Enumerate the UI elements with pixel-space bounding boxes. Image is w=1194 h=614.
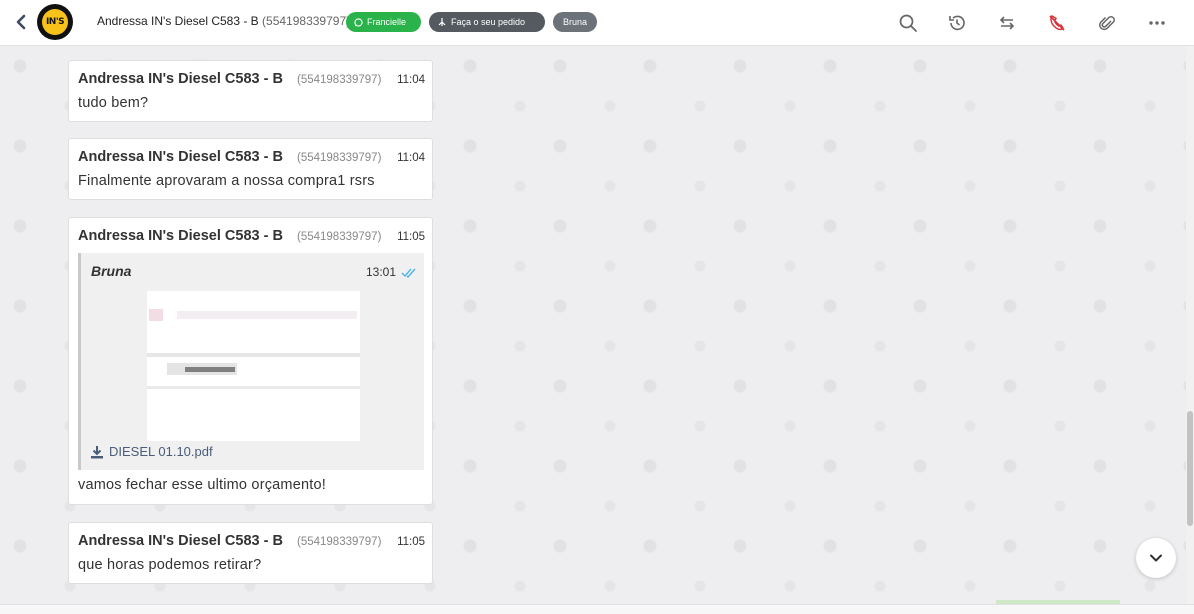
history-icon[interactable] <box>947 13 967 33</box>
scroll-down-button[interactable] <box>1136 538 1176 578</box>
message-bubble[interactable]: Andressa IN's Diesel C583 - B (554198339… <box>68 522 433 584</box>
quote-author: Bruna <box>91 263 132 279</box>
attachment-link[interactable]: DIESEL 01.10.pdf <box>90 444 213 459</box>
document-thumbnail[interactable] <box>147 291 360 441</box>
message-text: Finalmente aprovaram a nossa compra1 rsr… <box>78 173 375 189</box>
message-phone: (554198339797) <box>297 152 382 164</box>
attach-icon[interactable] <box>1097 13 1117 33</box>
message-phone: (554198339797) <box>297 536 382 548</box>
agent-tag-label: Francielle <box>367 17 407 27</box>
message-phone: (554198339797) <box>297 74 382 86</box>
message-phone: (554198339797) <box>297 231 382 243</box>
contact-title: Andressa IN's Diesel C583 - B (554198339… <box>97 14 350 28</box>
download-icon <box>91 445 103 458</box>
message-sender: Andressa IN's Diesel C583 - B <box>78 149 283 165</box>
transfer-icon[interactable] <box>997 13 1017 33</box>
contact-name: Andressa IN's Diesel C583 - B <box>97 14 259 28</box>
message-time: 11:05 <box>397 536 425 548</box>
attachment-name: DIESEL 01.10.pdf <box>109 444 213 459</box>
agent-tag[interactable]: Francielle <box>346 12 421 32</box>
read-check-icon <box>401 265 417 283</box>
message-time: 11:05 <box>397 231 425 243</box>
scroll-thumb[interactable] <box>1187 411 1193 526</box>
end-call-icon[interactable] <box>1047 13 1067 33</box>
quoted-message[interactable]: Bruna 13:01 DIESEL 01.10.pdf <box>78 253 424 470</box>
message-sender: Andressa IN's Diesel C583 - B <box>78 533 283 549</box>
message-text: vamos fechar esse ultimo orçamento! <box>78 477 326 493</box>
message-bubble[interactable]: Andressa IN's Diesel C583 - B (554198339… <box>68 138 433 200</box>
queue-tag[interactable]: Faça o seu pedido <box>429 12 545 32</box>
avatar[interactable]: IN'S <box>37 4 73 40</box>
flow-icon <box>438 18 446 26</box>
message-bubble[interactable]: Andressa IN's Diesel C583 - B (554198339… <box>68 217 433 505</box>
user-tag-label: Bruna <box>562 17 588 27</box>
back-icon[interactable] <box>12 12 30 32</box>
contact-phone: (554198339797) <box>258 14 351 28</box>
message-sender: Andressa IN's Diesel C583 - B <box>78 71 283 87</box>
message-time: 11:04 <box>397 152 425 164</box>
chevron-down-icon <box>1150 554 1162 562</box>
search-icon[interactable] <box>898 13 918 33</box>
quote-time: 13:01 <box>366 265 397 279</box>
chat-header: IN'S Andressa IN's Diesel C583 - B (5541… <box>0 0 1194 46</box>
message-text: tudo bem? <box>78 95 149 111</box>
more-icon[interactable] <box>1147 13 1167 33</box>
message-bubble[interactable]: Andressa IN's Diesel C583 - B (554198339… <box>68 60 433 122</box>
whatsapp-icon <box>354 17 363 27</box>
message-text: que horas podemos retirar? <box>78 557 262 573</box>
chat-scrollbar[interactable] <box>1186 46 1194 604</box>
user-tag[interactable]: Bruna <box>553 12 597 32</box>
message-sender: Andressa IN's Diesel C583 - B <box>78 228 283 244</box>
queue-tag-label: Faça o seu pedido <box>451 17 526 27</box>
avatar-logo: IN'S <box>42 9 68 35</box>
message-time: 11:04 <box>397 74 425 86</box>
